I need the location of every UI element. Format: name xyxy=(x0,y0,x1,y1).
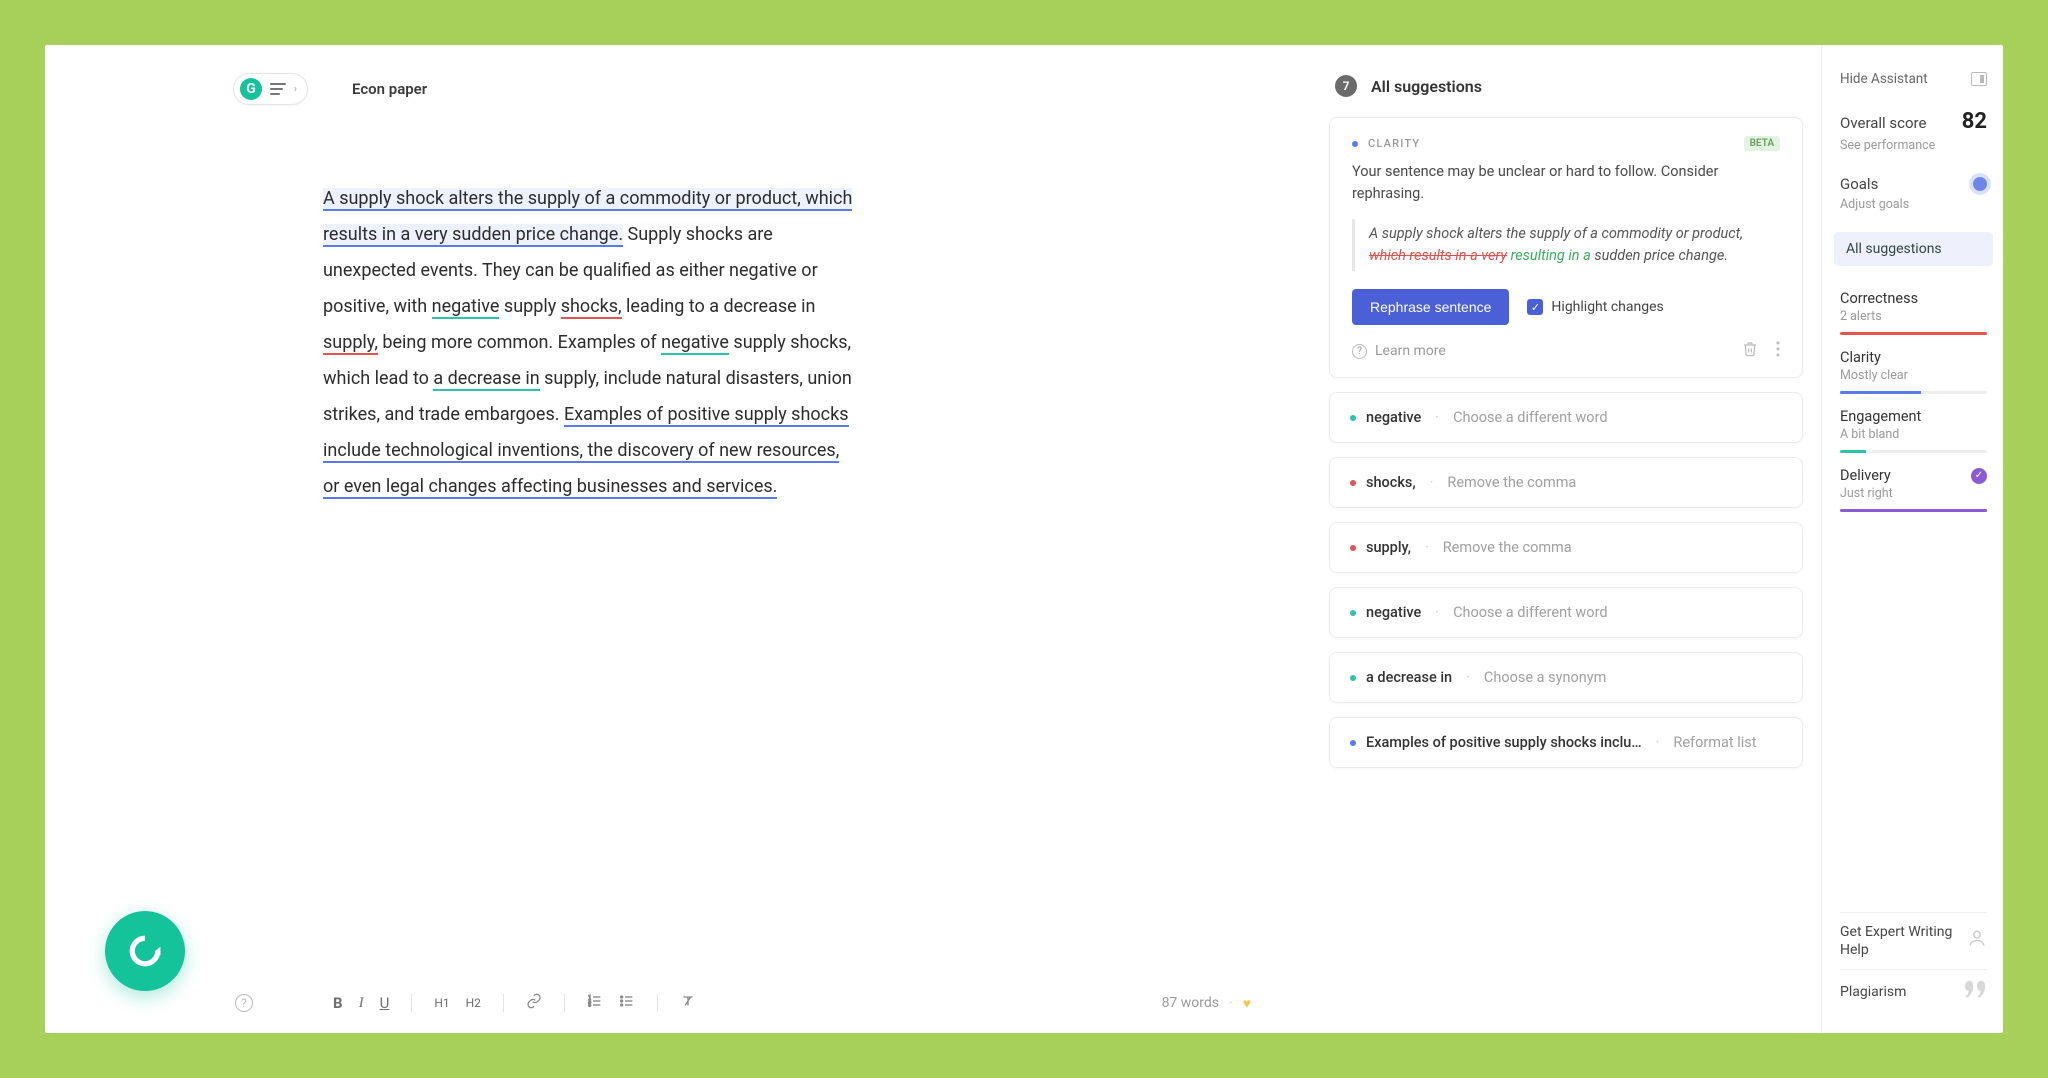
suggestion-card[interactable]: a decrease in·Choose a synonym xyxy=(1329,652,1803,703)
h2-button[interactable]: H2 xyxy=(466,996,481,1010)
expert-help-button[interactable]: Get Expert Writing Help xyxy=(1840,912,1987,969)
help-icon[interactable]: ? xyxy=(235,994,253,1012)
heart-icon[interactable]: ♥ xyxy=(1243,995,1251,1012)
editor-column: G › Econ paper A supply shock alters the… xyxy=(45,45,1321,1033)
format-toolbar: B I U H1 H2 123 xyxy=(333,993,696,1013)
category-dot-icon xyxy=(1350,480,1356,486)
beta-badge: BETA xyxy=(1744,136,1780,151)
app-window: G › Econ paper A supply shock alters the… xyxy=(45,45,2003,1033)
suggestions-title: All suggestions xyxy=(1371,77,1482,96)
plagiarism-button[interactable]: Plagiarism xyxy=(1840,969,1987,1013)
overall-score[interactable]: Overall score 82 xyxy=(1840,109,1987,134)
suggestion-card[interactable]: shocks,·Remove the comma xyxy=(1329,457,1803,508)
suggestion-message: Reformat list xyxy=(1673,734,1756,751)
bullet-list-button[interactable] xyxy=(619,993,635,1013)
clear-format-button[interactable] xyxy=(680,993,696,1013)
highlight-changes-toggle[interactable]: ✓ Highlight changes xyxy=(1527,299,1663,315)
underline-button[interactable]: U xyxy=(380,994,390,1012)
suggestion-card[interactable]: negative·Choose a different word xyxy=(1329,392,1803,443)
text-segment[interactable]: leading to a decrease in xyxy=(622,296,816,317)
suggestion-description: Your sentence may be unclear or hard to … xyxy=(1352,161,1780,205)
suggestion-word: a decrease in xyxy=(1366,669,1452,686)
goal-indicator-icon xyxy=(1973,177,1987,191)
suggestion-card[interactable]: Examples of positive supply shocks inclu… xyxy=(1329,717,1803,768)
word-count-label: 87 words xyxy=(1162,995,1219,1011)
suggestion-word: negative xyxy=(1366,604,1421,621)
app-menu-pill[interactable]: G › xyxy=(233,73,308,105)
hide-assistant-button[interactable]: Hide Assistant xyxy=(1840,71,1987,87)
quotes-icon xyxy=(1965,980,1987,1003)
learn-more-link[interactable]: ? Learn more xyxy=(1352,343,1446,359)
text-segment[interactable]: being more common. Examples of xyxy=(378,332,661,353)
text-segment[interactable]: negative xyxy=(432,296,500,319)
metric-correctness[interactable]: Correctness2 alerts xyxy=(1840,290,1987,335)
category-dot-icon xyxy=(1350,610,1356,616)
suggestions-header: 7 All suggestions xyxy=(1335,75,1803,97)
text-segment[interactable]: A supply shock alters the supply of a co… xyxy=(323,188,852,247)
suggestion-count-badge: 7 xyxy=(1335,75,1357,97)
category-dot-icon xyxy=(1350,415,1356,421)
suggestion-word: supply, xyxy=(1366,539,1411,556)
adjust-goals-link[interactable]: Adjust goals xyxy=(1840,197,1987,212)
assistant-sidebar: Hide Assistant Overall score 82 See perf… xyxy=(1821,45,2003,1033)
panel-icon xyxy=(1971,72,1987,86)
trash-icon[interactable] xyxy=(1742,341,1758,361)
category-dot-icon xyxy=(1350,545,1356,551)
all-suggestions-tab[interactable]: All suggestions xyxy=(1834,232,1993,266)
word-count[interactable]: 87 words · ♥ xyxy=(1162,995,1251,1012)
suggestion-card[interactable]: negative·Choose a different word xyxy=(1329,587,1803,638)
more-icon[interactable] xyxy=(1776,341,1780,361)
editor-text-area[interactable]: A supply shock alters the supply of a co… xyxy=(235,181,855,505)
suggestion-message: Choose a different word xyxy=(1453,409,1607,426)
checkbox-checked-icon: ✓ xyxy=(1527,299,1543,315)
text-segment[interactable]: supply xyxy=(499,296,560,317)
document-title[interactable]: Econ paper xyxy=(352,80,427,98)
numbered-list-button[interactable]: 123 xyxy=(587,993,603,1013)
suggestions-column: 7 All suggestions CLARITY BETA Your sent… xyxy=(1321,45,1821,1033)
category-label: CLARITY xyxy=(1368,137,1420,150)
category-dot-icon xyxy=(1350,740,1356,746)
outline-icon xyxy=(270,83,286,95)
text-segment[interactable]: supply, xyxy=(323,332,378,355)
text-segment[interactable]: negative xyxy=(661,332,729,355)
metric-delivery[interactable]: Delivery✓Just right xyxy=(1840,467,1987,512)
suggestion-message: Choose a synonym xyxy=(1484,669,1606,686)
editor-footer: ? B I U H1 H2 123 xyxy=(235,993,1281,1013)
grammarly-float-icon[interactable] xyxy=(105,911,185,991)
suggestion-word: shocks, xyxy=(1366,474,1416,491)
rephrase-button[interactable]: Rephrase sentence xyxy=(1352,289,1509,325)
text-segment[interactable]: shocks, xyxy=(561,296,622,319)
category-dot-icon xyxy=(1352,141,1358,147)
suggestion-word: negative xyxy=(1366,409,1421,426)
text-segment[interactable]: a decrease in xyxy=(433,368,539,391)
see-performance-link[interactable]: See performance xyxy=(1840,138,1987,153)
suggestion-message: Choose a different word xyxy=(1453,604,1607,621)
expert-icon xyxy=(1967,928,1987,953)
suggestion-message: Remove the comma xyxy=(1447,474,1576,491)
italic-button[interactable]: I xyxy=(359,995,364,1012)
grammarly-logo-icon: G xyxy=(240,78,262,100)
h1-button[interactable]: H1 xyxy=(434,996,449,1010)
suggestion-card-expanded[interactable]: CLARITY BETA Your sentence may be unclea… xyxy=(1329,117,1803,378)
link-button[interactable] xyxy=(526,993,542,1013)
suggestion-quote: A supply shock alters the supply of a co… xyxy=(1352,219,1780,272)
suggestion-word: Examples of positive supply shocks inclu… xyxy=(1366,734,1642,751)
suggestion-card[interactable]: supply,·Remove the comma xyxy=(1329,522,1803,573)
metric-clarity[interactable]: ClarityMostly clear xyxy=(1840,349,1987,394)
bold-button[interactable]: B xyxy=(333,994,343,1012)
editor-header: G › Econ paper xyxy=(233,73,427,105)
suggestion-message: Remove the comma xyxy=(1443,539,1572,556)
category-dot-icon xyxy=(1350,675,1356,681)
metric-engagement[interactable]: EngagementA bit bland xyxy=(1840,408,1987,453)
goals-section[interactable]: Goals xyxy=(1840,175,1987,193)
svg-text:3: 3 xyxy=(588,1002,591,1008)
chevron-right-icon: › xyxy=(294,84,297,95)
check-icon: ✓ xyxy=(1971,468,1987,484)
